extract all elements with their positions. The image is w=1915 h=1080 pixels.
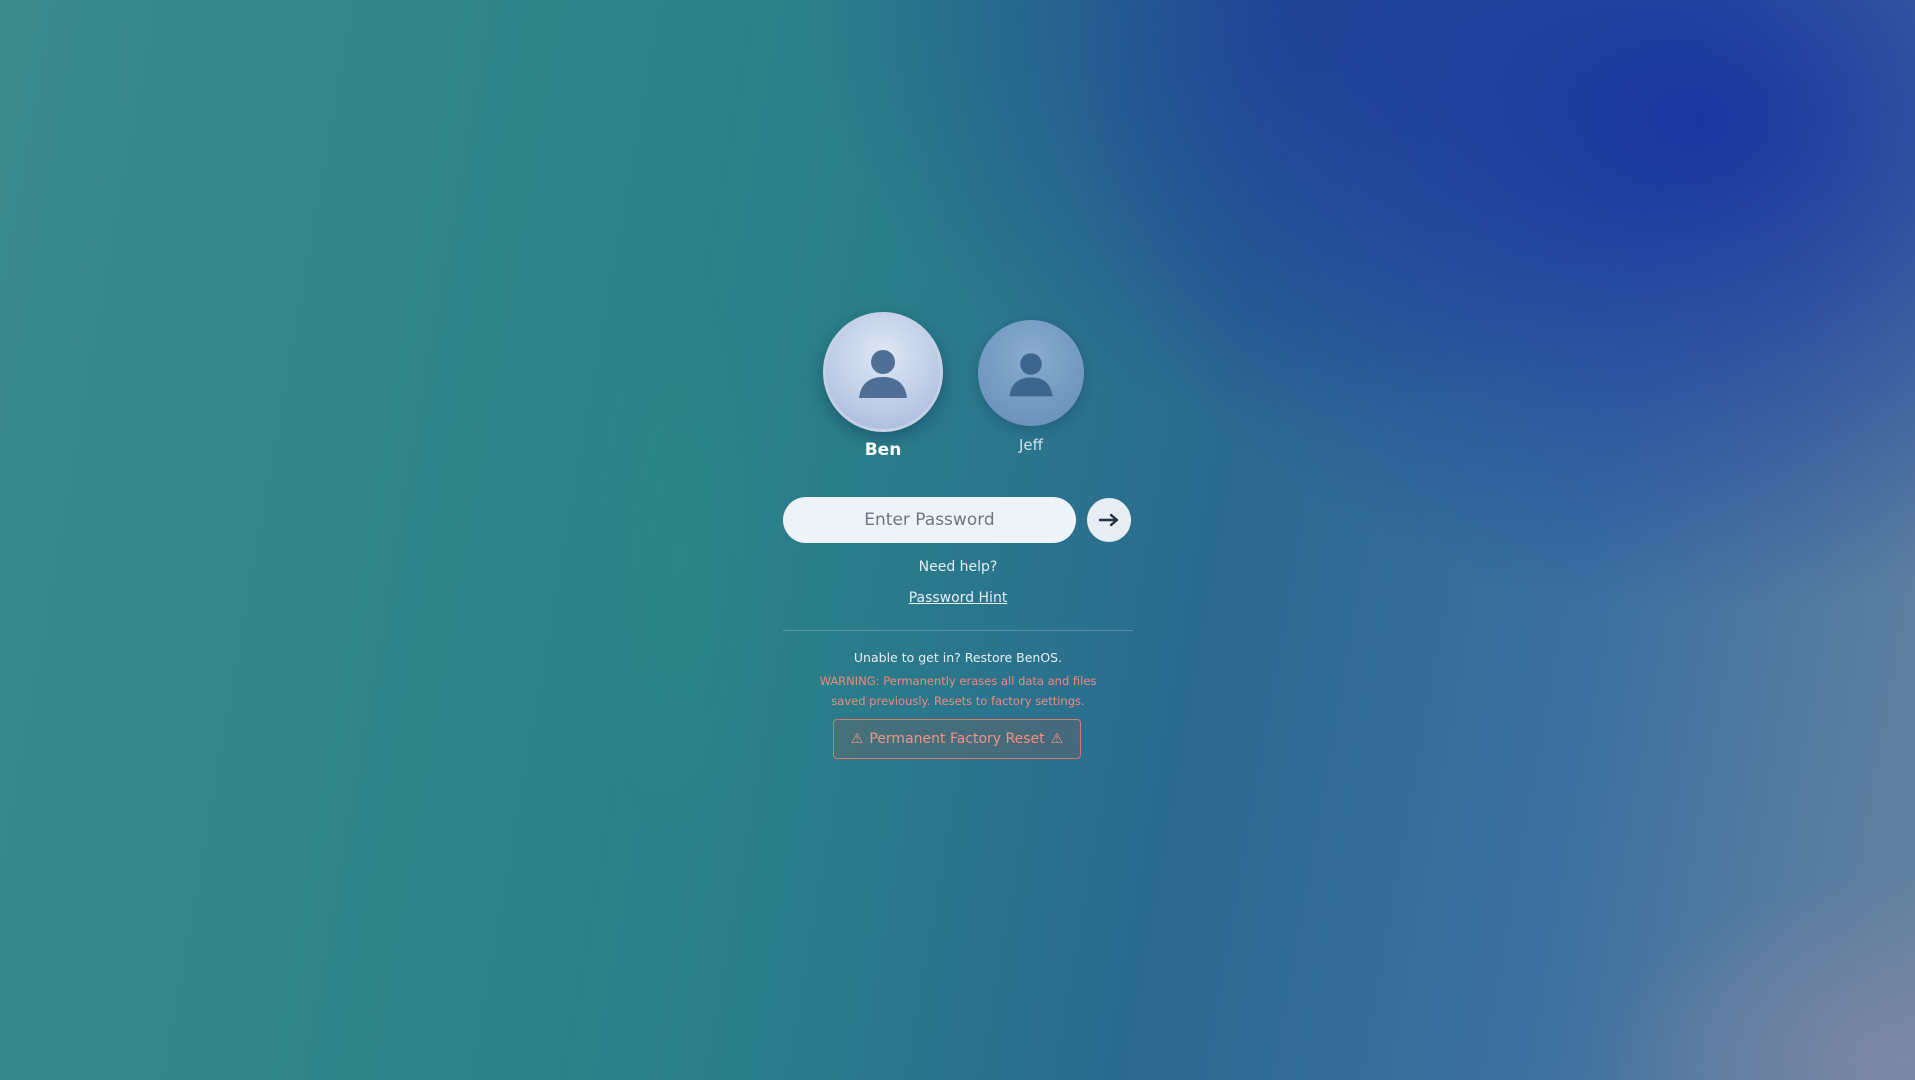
user-silhouette-icon: [1009, 353, 1053, 397]
submit-button[interactable]: [1087, 498, 1131, 542]
warning-triangle-icon: ⚠: [1050, 731, 1064, 747]
avatar[interactable]: [978, 320, 1084, 426]
user-card-jeff[interactable]: Jeff: [977, 320, 1085, 454]
user-card-ben[interactable]: Ben: [823, 312, 943, 460]
divider: [783, 630, 1133, 631]
factory-reset-label: Permanent Factory Reset: [869, 731, 1045, 747]
password-input[interactable]: [783, 497, 1076, 543]
user-list: Ben Jeff: [783, 312, 1133, 462]
password-row: [783, 497, 1133, 543]
user-name: Ben: [864, 440, 902, 460]
login-screen: Ben Jeff Need help? Password Hint Unable…: [0, 0, 1915, 1080]
arrow-right-icon: [1099, 513, 1119, 527]
avatar[interactable]: [823, 312, 943, 432]
restore-prompt: Unable to get in? Restore BenOS.: [853, 650, 1063, 665]
user-name: Jeff: [1019, 436, 1043, 454]
reset-warning-text: WARNING: Permanently erases all data and…: [819, 674, 1097, 708]
password-hint-link[interactable]: Password Hint: [783, 590, 1133, 606]
user-silhouette-icon: [859, 350, 907, 398]
factory-reset-button[interactable]: ⚠ Permanent Factory Reset ⚠: [833, 719, 1081, 759]
need-help-text: Need help?: [918, 559, 998, 575]
warning-triangle-icon: ⚠: [850, 731, 864, 747]
